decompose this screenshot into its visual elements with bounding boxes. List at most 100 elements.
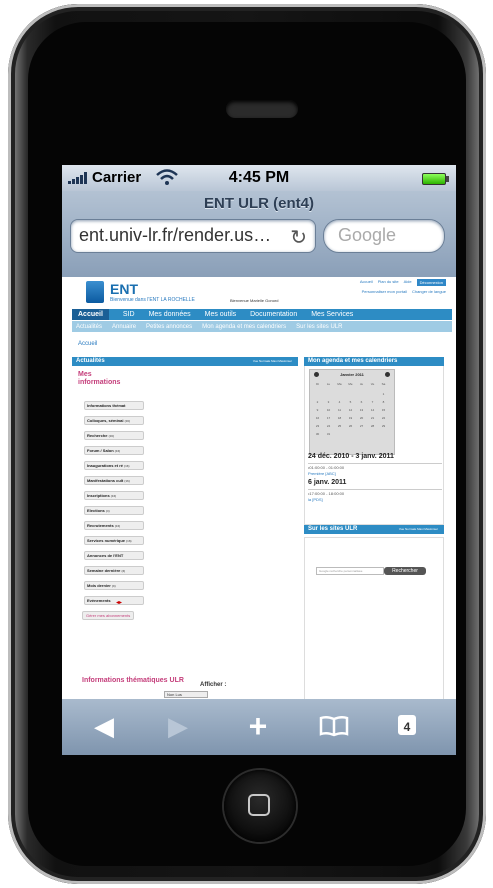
calendar-day[interactable]: 25	[334, 422, 345, 430]
subnav-sites-ulr[interactable]: Sur les sites ULR	[296, 324, 342, 330]
calendar-day[interactable]: 10	[323, 406, 334, 414]
ent-brand[interactable]: ENT	[110, 281, 138, 297]
url-field[interactable]: ent.univ-lr.fr/render.us… ↻	[70, 219, 316, 253]
nav-sid[interactable]: SID	[123, 311, 135, 318]
subnav-actualites[interactable]: Actualités	[76, 324, 102, 330]
sites-search-button[interactable]: Rechercher	[384, 567, 426, 575]
tree-node[interactable]: Elections (4)	[84, 506, 144, 515]
calendar-day[interactable]: 12	[345, 406, 356, 414]
sites-tools[interactable]: Vue Normale Maxi Maximiser	[399, 525, 438, 534]
top-link-accueil[interactable]: Accueil	[360, 279, 373, 286]
tree-node[interactable]: Mois dernier (3)	[84, 581, 144, 590]
tree-node[interactable]: Manifestations cult (16)	[84, 476, 144, 485]
calendar-day[interactable]: 21	[367, 414, 378, 422]
breadcrumb[interactable]: Accueil	[78, 341, 97, 347]
nav-documentation[interactable]: Documentation	[250, 311, 297, 318]
main-nav: Accueil SID Mes données Mes outils Docum…	[72, 309, 452, 320]
add-bookmark-icon[interactable]: +	[238, 709, 278, 743]
calendar-day[interactable]: 19	[345, 414, 356, 422]
back-icon[interactable]: ◀	[84, 709, 124, 743]
subnav-annuaire[interactable]: Annuaire	[112, 324, 136, 330]
calendar-day[interactable]: 9	[312, 406, 323, 414]
calendar-day[interactable]: 29	[378, 422, 389, 430]
calendar-week-row: 2345678	[312, 398, 392, 406]
search-placeholder: Google	[338, 225, 397, 245]
tree-node[interactable]: Services numérique (16)	[84, 536, 144, 545]
calendar-day[interactable]: 27	[356, 422, 367, 430]
calendar-day[interactable]: 13	[356, 406, 367, 414]
calendar-day[interactable]: 7	[367, 398, 378, 406]
subnav-petites-annonces[interactable]: Petites annonces	[146, 324, 192, 330]
forward-icon[interactable]: ▶	[158, 709, 198, 743]
actualites-tools[interactable]: Vue Normale Maxi Maximiser	[253, 357, 292, 366]
browser-titlebar: ENT ULR (ent4) ent.univ-lr.fr/render.us……	[62, 191, 456, 277]
calendar-day[interactable]: 30	[312, 430, 323, 438]
ent-logo-icon	[86, 281, 104, 303]
calendar-day[interactable]: 15	[378, 406, 389, 414]
subnav-agenda[interactable]: Mon agenda et mes calendriers	[202, 324, 286, 330]
nav-accueil[interactable]: Accueil	[72, 309, 109, 320]
tree-node[interactable]: Informations thémat	[84, 401, 144, 410]
calendar-day[interactable]: 26	[345, 422, 356, 430]
home-button[interactable]	[224, 770, 296, 842]
calendar-day[interactable]: 11	[334, 406, 345, 414]
customize-portal-link[interactable]: Personnaliser mon portail	[362, 289, 407, 294]
pages-icon[interactable]: 4	[388, 709, 428, 743]
reload-icon[interactable]: ↻	[290, 225, 307, 250]
calendar-day[interactable]: 24	[323, 422, 334, 430]
tree-node[interactable]: Inaugurations et ré (16)	[84, 461, 144, 470]
agenda-event-2[interactable]: la [PDS]	[308, 497, 323, 502]
agenda-range-2: 6 janv. 2011	[308, 479, 347, 486]
calendar-day[interactable]: 5	[345, 398, 356, 406]
calendar-day[interactable]: 23	[312, 422, 323, 430]
tree-node[interactable]: Inscriptions (16)	[84, 491, 144, 500]
calendar-day[interactable]: 4	[334, 398, 345, 406]
tree-node[interactable]: Forum / Salon (16)	[84, 446, 144, 455]
calendar-week-row: 9 10 11 12 13 14 15	[312, 406, 392, 414]
url-text: ent.univ-lr.fr/render.us…	[79, 225, 272, 245]
tree-pager-arrows[interactable]: ◂▸	[116, 599, 122, 606]
agenda-event-1-time: •01:00:00 - 01:00:00	[308, 465, 345, 470]
prev-month-icon[interactable]	[314, 372, 319, 377]
nav-mes-donnees[interactable]: Mes données	[149, 311, 191, 318]
calendar-month: Janvier 2011	[340, 372, 364, 377]
tree-node[interactable]: Evènements	[84, 596, 144, 605]
calendar-day[interactable]: 28	[367, 422, 378, 430]
calendar-week-row: 16 17 18 19 20 21 22	[312, 414, 392, 422]
calendar-day[interactable]: 31	[323, 430, 334, 438]
bookmarks-icon[interactable]	[314, 709, 354, 743]
display-select[interactable]: Non Lus	[164, 691, 208, 698]
actualites-panel-header: Actualités Vue Normale Maxi Maximiser	[72, 357, 298, 366]
calendar-day[interactable]: 2	[312, 398, 323, 406]
calendar-day[interactable]: 3	[323, 398, 334, 406]
top-link-aide[interactable]: Aide	[404, 279, 412, 286]
sites-title: Sur les sites ULR	[308, 526, 358, 532]
change-language-link[interactable]: Changer de langue	[412, 289, 446, 294]
calendar-day[interactable]: 1	[378, 390, 389, 398]
sites-search-input[interactable]: Google recherche personnalisée	[316, 567, 384, 575]
nav-mes-outils[interactable]: Mes outils	[205, 311, 237, 318]
nav-mes-services[interactable]: Mes Services	[311, 311, 353, 318]
tree-node[interactable]: Recherche (16)	[84, 431, 144, 440]
calendar-day[interactable]: 14	[367, 406, 378, 414]
calendar-grid[interactable]: 1 2 3 4 5 6 7 8 9 10 11 12 13 14 15 16 17 18 19 20 21 22 23 24 2…	[312, 390, 392, 438]
earpiece-speaker	[226, 100, 298, 118]
next-month-icon[interactable]	[385, 372, 390, 377]
tree-node[interactable]: Semaine dernière (3)	[84, 566, 144, 575]
display-label: Afficher :	[200, 682, 227, 688]
logout-button[interactable]: Déconnexion	[416, 279, 446, 286]
calendar-day[interactable]: 18	[334, 414, 345, 422]
calendar-day[interactable]: 6	[356, 398, 367, 406]
manage-subscriptions-button[interactable]: Gérer mes abonnements	[82, 611, 135, 620]
tree-node[interactable]: Annonces de l'ENT	[84, 551, 144, 560]
top-link-plan[interactable]: Plan du site	[378, 279, 399, 286]
tree-node[interactable]: Colloques, séminai (16)	[84, 416, 144, 425]
agenda-event-1[interactable]: Première [ABC]	[308, 471, 336, 476]
calendar-day[interactable]: 20	[356, 414, 367, 422]
calendar-day[interactable]: 8	[378, 398, 389, 406]
calendar-day[interactable]: 16	[312, 414, 323, 422]
search-field[interactable]: Google	[323, 219, 445, 253]
calendar-day[interactable]: 17	[323, 414, 334, 422]
tree-node[interactable]: Recrutements (16)	[84, 521, 144, 530]
calendar-day[interactable]: 22	[378, 414, 389, 422]
